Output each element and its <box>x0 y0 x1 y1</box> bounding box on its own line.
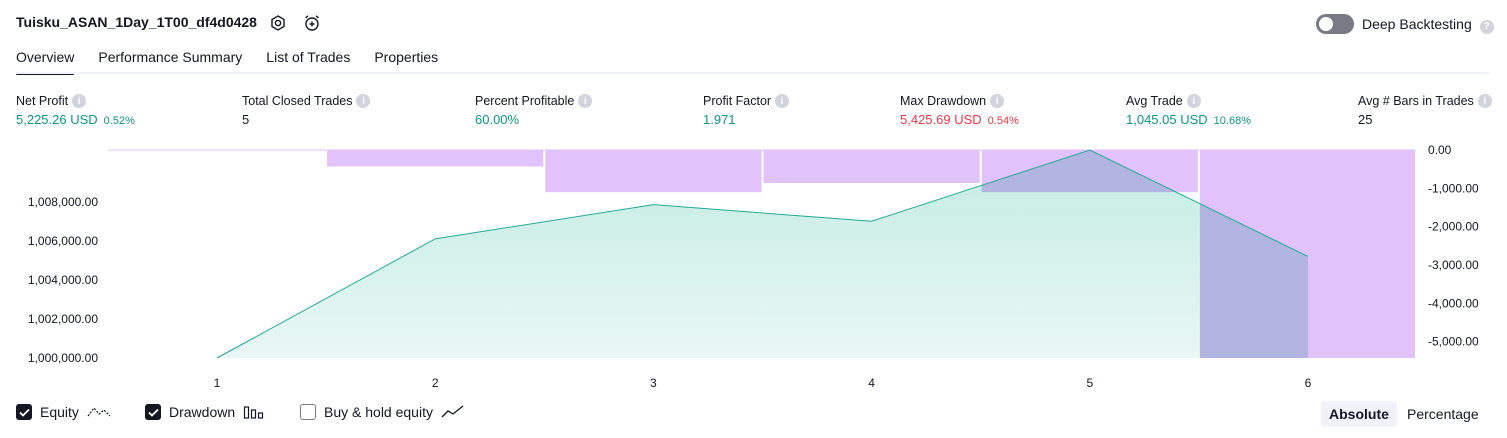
drawdown-bars-icon <box>244 406 264 419</box>
metric-value: 5,225.26 USD <box>16 112 98 127</box>
metric-label: Percent Profitable <box>475 94 575 108</box>
metric-label: Profit Factor <box>703 94 772 108</box>
info-icon[interactable]: i <box>578 94 593 108</box>
legend-equity[interactable]: Equity <box>16 404 111 420</box>
metric-avg-trade: Avg Trade i 1,045.05 USD 10.68% <box>1126 94 1251 127</box>
metric-avg-bars: Avg # Bars in Trades i 25 <box>1358 94 1492 127</box>
x-axis-tick-label: 4 <box>868 376 875 390</box>
info-icon[interactable]: i <box>356 94 371 108</box>
deep-backtesting-label: Deep Backtesting ? <box>1362 16 1494 34</box>
metric-percent: 0.54% <box>987 115 1019 127</box>
legend-buy-hold[interactable]: Buy & hold equity <box>300 404 465 420</box>
metric-max-drawdown: Max Drawdown i 5,425.69 USD 0.54% <box>900 94 1019 127</box>
metric-label: Net Profit <box>16 94 69 108</box>
x-axis-tick-label: 3 <box>650 376 657 390</box>
left-axis-tick-label: 1,006,000.00 <box>28 234 98 248</box>
left-axis-tick-label: 1,008,000.00 <box>28 195 98 209</box>
left-axis-tick-label: 1,000,000.00 <box>28 351 98 365</box>
x-axis-tick-label: 2 <box>432 376 439 390</box>
left-axis-tick-label: 1,002,000.00 <box>28 312 98 326</box>
right-axis-tick-label: -5,000.00 <box>1428 335 1479 349</box>
metric-value: 1,045.05 USD <box>1126 112 1208 127</box>
equity-line-icon <box>87 407 111 417</box>
legend-drawdown-label: Drawdown <box>169 404 236 420</box>
alarm-add-icon[interactable] <box>302 13 322 33</box>
drawdown-bar <box>327 150 544 167</box>
right-axis-tick-label: 0.00 <box>1428 143 1452 157</box>
metric-value: 1.971 <box>703 112 736 127</box>
metric-label: Avg # Bars in Trades <box>1358 94 1474 108</box>
drawdown-bar <box>763 150 980 183</box>
info-icon[interactable]: i <box>72 94 87 108</box>
left-axis-tick-label: 1,004,000.00 <box>28 273 98 287</box>
tab-divider <box>16 72 1491 74</box>
legend-buy-hold-label: Buy & hold equity <box>324 404 433 420</box>
equity-drawdown-chart: 1,000,000.00 1,002,000.00 1,004,000.00 1,00… <box>28 143 1479 390</box>
legend-drawdown[interactable]: Drawdown <box>145 404 265 420</box>
x-axis-tick-label: 5 <box>1086 376 1093 390</box>
metric-percent: 10.68% <box>1213 115 1251 127</box>
legend-equity-label: Equity <box>40 404 79 420</box>
toggle-knob <box>1319 17 1333 31</box>
metric-value: 5 <box>242 112 250 127</box>
metric-value: 5,425.69 USD <box>900 112 982 127</box>
metric-net-profit: Net Profit i 5,225.26 USD 0.52% <box>16 94 135 127</box>
drawdown-checkbox[interactable] <box>145 404 161 420</box>
help-icon[interactable]: ? <box>1479 19 1494 34</box>
deep-backtesting-toggle[interactable] <box>1316 14 1354 34</box>
metric-value: 60.00% <box>475 112 520 127</box>
absolute-button[interactable]: Absolute <box>1321 401 1397 427</box>
buy-hold-checkbox[interactable] <box>300 404 316 420</box>
settings-icon[interactable] <box>268 13 288 33</box>
info-icon[interactable]: i <box>990 94 1005 108</box>
equity-checkbox[interactable] <box>16 404 32 420</box>
metric-percent-profitable: Percent Profitable i 60.00% <box>475 94 593 127</box>
metric-label: Avg Trade <box>1126 94 1183 108</box>
metric-percent: 0.52% <box>103 115 135 127</box>
right-axis-tick-label: -1,000.00 <box>1428 181 1479 195</box>
metric-label: Total Closed Trades <box>242 94 353 108</box>
right-axis-tick-label: -4,000.00 <box>1428 296 1479 310</box>
right-axis-tick-label: -2,000.00 <box>1428 220 1479 234</box>
metric-total-closed-trades: Total Closed Trades i 5 <box>242 94 371 127</box>
strategy-title: Tuisku_ASAN_1Day_1T00_df4d0428 <box>16 14 257 30</box>
metric-profit-factor: Profit Factor i 1.971 <box>703 94 790 127</box>
metric-label: Max Drawdown <box>900 94 987 108</box>
buy-hold-line-icon <box>441 405 464 418</box>
metric-value: 25 <box>1358 112 1373 127</box>
info-icon[interactable]: i <box>1186 94 1201 108</box>
percentage-button[interactable]: Percentage <box>1399 401 1487 427</box>
drawdown-bar <box>545 150 762 193</box>
info-icon[interactable]: i <box>1477 94 1492 108</box>
x-axis-tick-label: 1 <box>214 376 221 390</box>
info-icon[interactable]: i <box>775 94 790 108</box>
x-axis-tick-label: 6 <box>1305 376 1312 390</box>
right-axis-tick-label: -3,000.00 <box>1428 258 1479 272</box>
